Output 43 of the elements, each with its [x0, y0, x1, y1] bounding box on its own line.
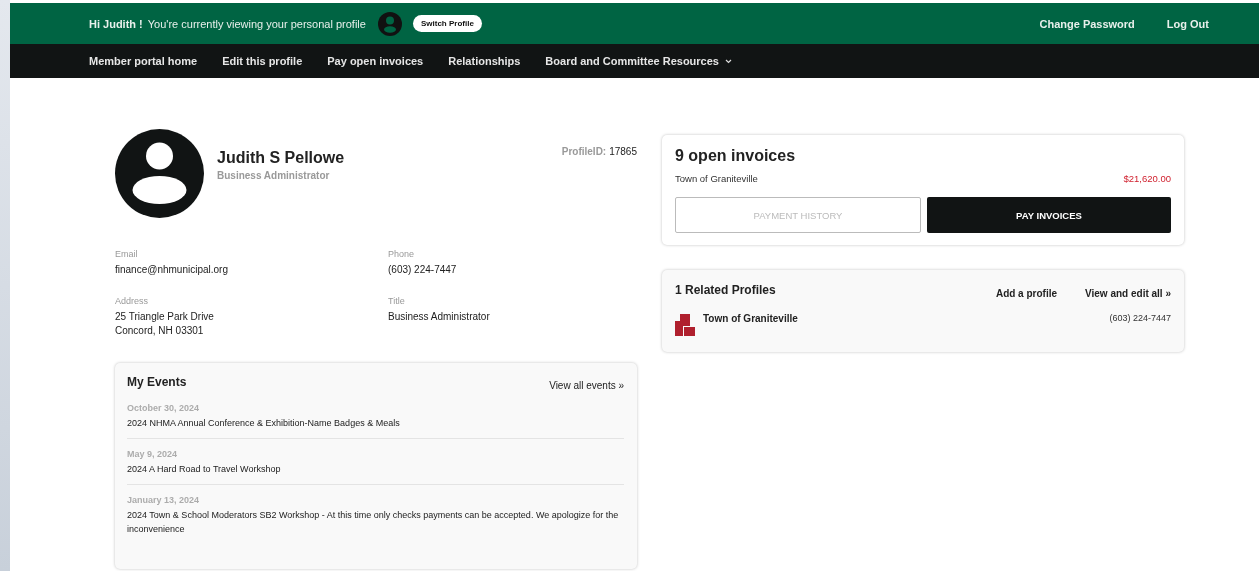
field-label: Phone: [388, 249, 416, 259]
related-profile-phone: (603) 224-7447: [1109, 313, 1171, 323]
card-title: My Events: [127, 375, 187, 389]
field-value: (603) 224-7447: [388, 263, 458, 277]
top-link[interactable]: Log Out: [1166, 17, 1209, 30]
switch-profile-button[interactable]: Switch Profile: [412, 15, 482, 32]
avatar-icon: [115, 129, 204, 218]
nav-link[interactable]: Edit this profile: [222, 55, 303, 67]
invoice-amount: $21,620.00: [1123, 173, 1171, 184]
top-link[interactable]: Change Password: [1039, 17, 1135, 30]
caret-icon: [724, 58, 732, 64]
invoices-title: 9 open invoices: [675, 147, 797, 165]
card-link[interactable]: View and edit all »: [1085, 288, 1171, 299]
profile-name: Judith S Pellowe: [217, 149, 346, 167]
nav-link[interactable]: Member portal home: [89, 55, 198, 67]
nav-link[interactable]: Board and Committee Resources: [545, 55, 732, 67]
field-label: Email: [115, 249, 139, 259]
profile-id-value: 17865: [609, 146, 637, 157]
field-label: Address: [115, 296, 150, 306]
card-link[interactable]: Add a profile: [995, 288, 1058, 299]
buildings-icon: [675, 314, 695, 336]
event-date: May 9, 2024: [127, 449, 179, 459]
viewing-text: You're currently viewing your personal profile: [147, 17, 366, 30]
nav-link[interactable]: Pay open invoices: [327, 55, 424, 67]
greeting-text: Hi Judith !: [89, 17, 143, 30]
event-date: January 13, 2024: [127, 495, 201, 505]
profile-id-label: ProfileID:: [561, 146, 607, 157]
related-profile-name[interactable]: Town of Graniteville: [703, 313, 1110, 324]
view-all-events-link[interactable]: View all events »: [549, 380, 624, 391]
organization-name: Town of Graniteville: [675, 173, 758, 184]
field-value: Business Administrator: [388, 310, 491, 324]
avatar-icon: [377, 11, 402, 36]
nav-link[interactable]: Relationships: [448, 55, 521, 67]
event-name[interactable]: 2024 Town & School Moderators SB2 Workshop - At this time only checks payments can be accepted. We apologize for the inconvenience: [127, 508, 624, 536]
pay-invoices-button[interactable]: PAY INVOICES: [927, 197, 1171, 233]
card-title: 1 Related Profiles: [675, 283, 776, 297]
event-name[interactable]: 2024 NHMA Annual Conference & Exhibition-Name Badges & Meals: [127, 416, 624, 430]
event-date: October 30, 2024: [127, 403, 201, 413]
event-name[interactable]: 2024 A Hard Road to Travel Workshop: [127, 462, 624, 476]
profile-role: Business Administrator: [217, 170, 331, 181]
field-label: Title: [388, 296, 406, 306]
field-value: 25 Triangle Park Drive Concord, NH 03301: [115, 310, 215, 338]
field-value: finance@nhmunicipal.org: [115, 263, 229, 277]
